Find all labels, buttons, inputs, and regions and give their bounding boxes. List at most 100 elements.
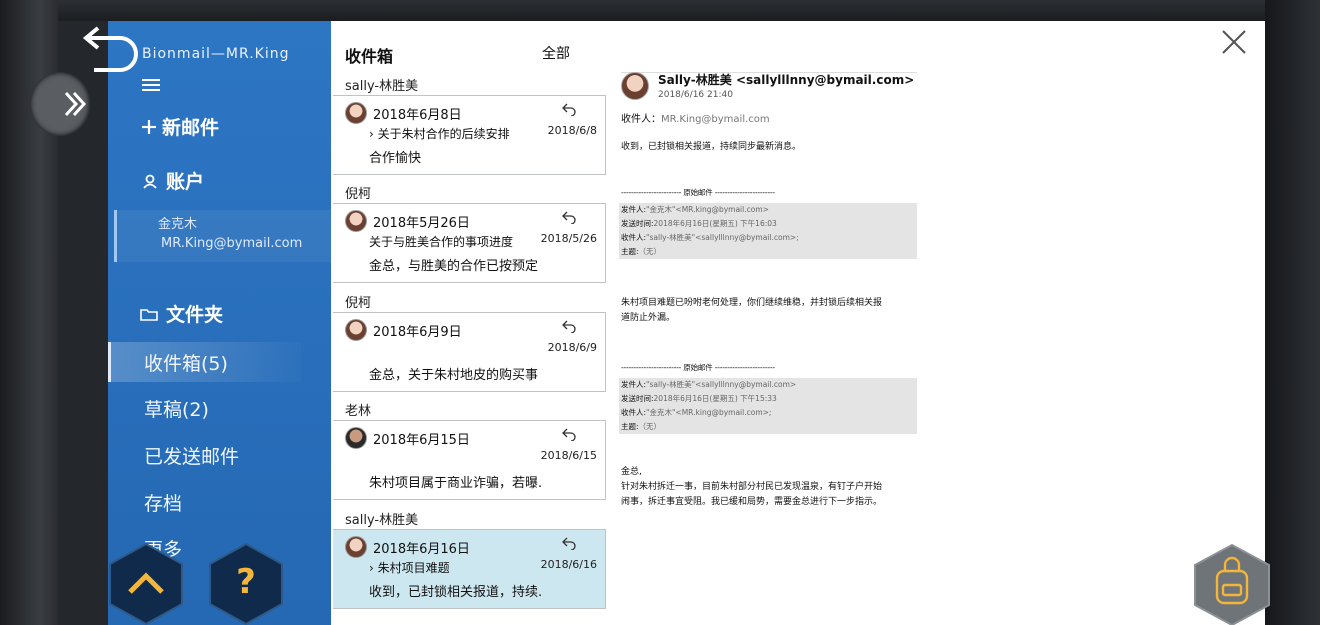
folders-label: 文件夹 xyxy=(166,304,224,326)
help-icon: ? xyxy=(236,562,256,602)
inbox-title: 收件箱 xyxy=(345,47,394,66)
reply-icon[interactable] xyxy=(561,102,577,116)
message-date: 2018年6月15日 xyxy=(373,433,470,448)
sender-label: 老林 xyxy=(345,404,372,419)
q-time-label: 发送时间: xyxy=(621,219,654,228)
new-mail-label: 新邮件 xyxy=(162,117,220,139)
avatar xyxy=(345,319,367,341)
message-date: 2018年5月26日 xyxy=(373,216,470,231)
sender-avatar xyxy=(621,72,649,100)
help-button[interactable]: ? xyxy=(208,542,284,625)
message-short-date: 2018/6/9 xyxy=(547,341,597,354)
user-icon xyxy=(143,174,157,189)
avatar xyxy=(345,536,367,558)
recipient-label: 收件人： xyxy=(621,114,661,125)
sent-time: 2018/6/16 21:40 xyxy=(658,90,733,100)
message-preview: 收到，已封锁相关报道，持续. xyxy=(369,585,543,600)
chevron-right-icon xyxy=(64,91,87,117)
message-date: 2018年6月9日 xyxy=(373,325,462,340)
avatar xyxy=(345,427,367,449)
message-card[interactable]: 2018年5月26日 2018/5/26 关于与胜美合作的事项进度 金总，与胜美… xyxy=(333,203,606,283)
message-preview: 朱村项目属于商业诈骗，若曝. xyxy=(369,476,543,491)
backpack-button[interactable] xyxy=(1193,543,1271,625)
message-subject: › 关于朱村合作的后续安排 xyxy=(369,127,510,141)
quoted-header: 发件人:"金克木"<MR.king@bymail.com> 发送时间:2018年… xyxy=(619,203,917,259)
body-text: 金总, xyxy=(621,467,642,477)
folder-sent[interactable]: 已发送邮件 xyxy=(144,442,239,469)
message-card-selected[interactable]: 2018年6月16日 2018/6/16 › 朱村项目难题 收到，已封锁相关报道… xyxy=(333,529,606,609)
sender-label: 倪柯 xyxy=(345,187,372,202)
plus-icon xyxy=(142,119,156,134)
reply-icon[interactable] xyxy=(561,536,577,550)
q-to-label: 收件人: xyxy=(621,408,647,417)
message-short-date: 2018/6/16 xyxy=(540,558,597,571)
avatar xyxy=(345,210,367,232)
message-preview: 金总，关于朱村地皮的购买事 xyxy=(369,368,539,383)
message-list: 收件箱 全部 sally-林胜美 2018年6月8日 2018/6/8 › 关于… xyxy=(331,21,607,625)
q-from-value: "sally-林胜美"<sallylllnny@bymail.com> xyxy=(646,380,797,389)
sender-label: sally-林胜美 xyxy=(345,79,419,94)
body-text: 道防止外漏。 xyxy=(621,313,676,323)
recipient-value: MR.King@bymail.com xyxy=(661,114,770,125)
sender-address: Sally-林胜美 <sallylllnny@bymail.com> xyxy=(658,73,915,87)
q-from-label: 发件人: xyxy=(621,380,647,389)
account-email: MR.King@bymail.com xyxy=(161,236,303,251)
message-short-date: 2018/6/8 xyxy=(547,124,597,137)
brand-title: Bionmail—MR.King xyxy=(142,46,290,62)
message-preview: 金总，与胜美的合作已按预定 xyxy=(369,259,539,274)
q-from-label: 发件人: xyxy=(621,205,647,214)
q-subject-value: （无） xyxy=(638,422,662,431)
message-card[interactable]: 2018年6月15日 2018/6/15 朱村项目属于商业诈骗，若曝. xyxy=(333,420,606,500)
new-mail-button[interactable]: 新邮件 xyxy=(140,113,219,140)
sender-label: 倪柯 xyxy=(345,296,372,311)
q-subject-value: （无） xyxy=(638,247,662,256)
folder-drafts[interactable]: 草稿(2) xyxy=(144,395,209,422)
q-to-label: 收件人: xyxy=(621,233,647,242)
recipient-line: 收件人：MR.King@bymail.com xyxy=(621,110,770,125)
filter-dropdown[interactable]: 全部 xyxy=(542,43,570,63)
q-to-value: "sally-林胜美"<sallylllnny@bymail.com>; xyxy=(646,233,799,242)
account-name: 金克木 xyxy=(158,217,198,232)
q-time-value: 2018年6月16日(星期五) 下午16:03 xyxy=(653,219,777,228)
message-subject: › 朱村项目难题 xyxy=(369,561,450,575)
message-subject: 关于与胜美合作的事项进度 xyxy=(369,235,514,249)
body-text: 朱村项目难题已吩咐老何处理，你们继续维稳，并封锁后续相关报 xyxy=(621,298,883,308)
avatar xyxy=(345,102,367,124)
account-label: 账户 xyxy=(166,171,205,193)
message-preview: 合作愉快 xyxy=(369,151,422,166)
frame-right xyxy=(1265,0,1320,625)
hamburger-menu-icon[interactable] xyxy=(142,79,160,93)
body-text: 闹事，拆迁事宜受阻。我已缓和局势，需要金总进行下一步指示。 xyxy=(621,497,883,507)
folder-icon xyxy=(140,308,158,321)
frame-top xyxy=(58,0,1320,21)
sidebar: Bionmail—MR.King 新邮件 账户 金克木 MR.King@byma… xyxy=(108,21,334,625)
message-card[interactable]: 2018年6月9日 2018/6/9 金总，关于朱村地皮的购买事 xyxy=(333,312,606,392)
reply-icon[interactable] xyxy=(561,210,577,224)
account-header[interactable]: 账户 xyxy=(142,167,204,194)
message-date: 2018年6月16日 xyxy=(373,542,470,557)
body-text: 针对朱村拆迁一事，目前朱村部分村民已发现温泉，有钉子户开始 xyxy=(621,482,883,492)
folder-archive[interactable]: 存档 xyxy=(144,489,182,516)
reply-icon[interactable] xyxy=(561,319,577,333)
q-to-value: "金克木"<MR.king@bymail.com>; xyxy=(646,408,772,417)
q-subject-label: 主题: xyxy=(621,247,639,256)
close-icon[interactable] xyxy=(1219,27,1249,57)
message-short-date: 2018/5/26 xyxy=(540,232,597,245)
original-mail-separator: ------------------------ 原始邮件 ----------… xyxy=(621,188,775,197)
q-from-value: "金克木"<MR.king@bymail.com> xyxy=(646,205,769,214)
message-card[interactable]: 2018年6月8日 2018/6/8 › 关于朱村合作的后续安排 合作愉快 xyxy=(333,95,606,175)
reply-icon[interactable] xyxy=(561,427,577,441)
q-time-label: 发送时间: xyxy=(621,394,654,403)
message-date: 2018年6月8日 xyxy=(373,108,462,123)
reading-pane: Sally-林胜美 <sallylllnny@bymail.com> 2018/… xyxy=(607,21,1265,625)
back-arrow-icon[interactable] xyxy=(80,24,142,76)
scroll-up-button[interactable] xyxy=(108,542,184,625)
folders-header[interactable]: 文件夹 xyxy=(140,300,223,327)
side-expand-button[interactable] xyxy=(30,72,90,136)
q-time-value: 2018年6月16日(星期五) 下午15:33 xyxy=(653,394,777,403)
message-short-date: 2018/6/15 xyxy=(540,449,597,462)
q-subject-label: 主题: xyxy=(621,422,639,431)
folder-inbox[interactable]: 收件箱(5) xyxy=(144,349,228,376)
original-mail-separator: ------------------------ 原始邮件 ----------… xyxy=(621,363,775,372)
sender-label: sally-林胜美 xyxy=(345,513,419,528)
